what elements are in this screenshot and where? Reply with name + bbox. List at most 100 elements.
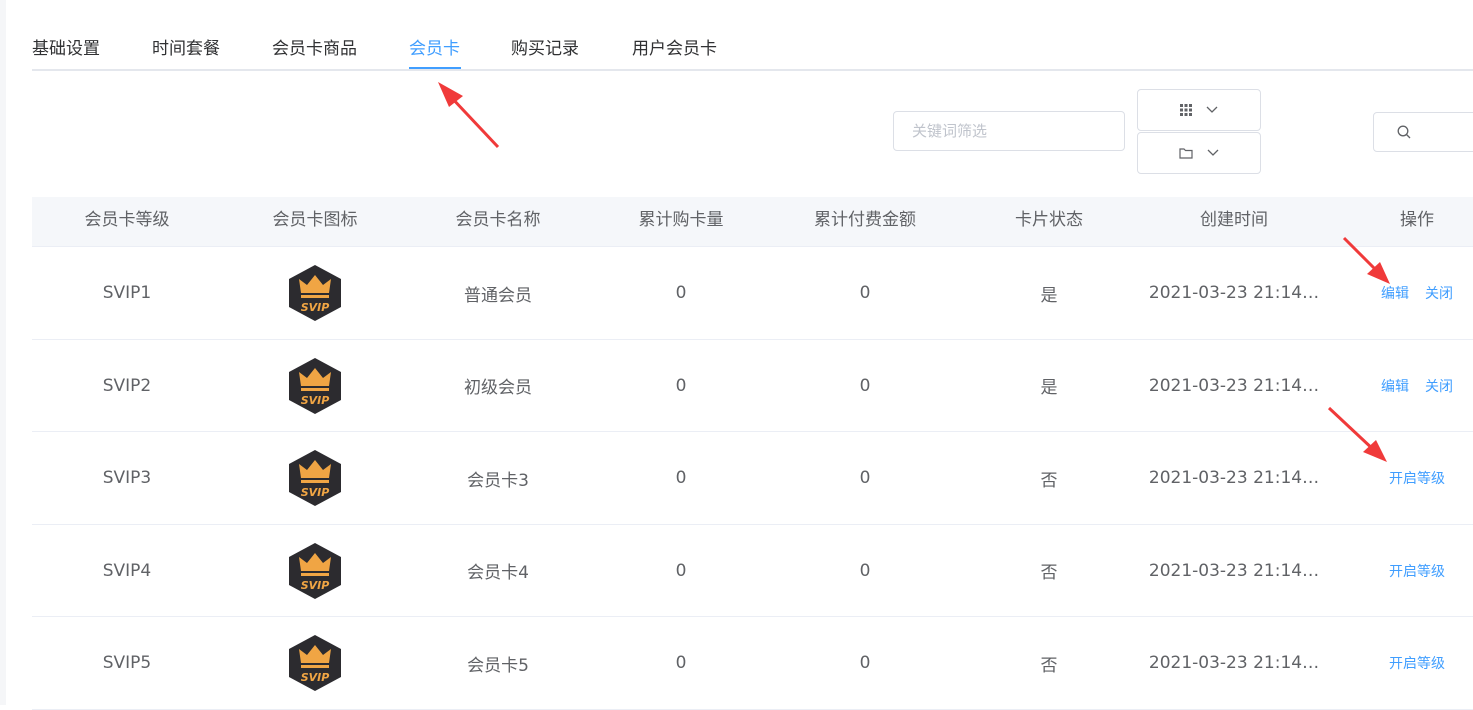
- card-name: 初级会员: [464, 378, 532, 398]
- level-text: SVIP3: [102, 468, 152, 488]
- cell-actions: 编辑 关闭: [1326, 340, 1473, 432]
- created-time: 2021-03-23 21:14…: [1148, 560, 1320, 581]
- cell-actions: 开启等级: [1326, 525, 1473, 617]
- cell-created: 2021-03-23 21:14…: [1142, 432, 1326, 524]
- cell-icon: SVIP: [222, 247, 408, 339]
- paid-amount: 0: [859, 560, 871, 581]
- close-link[interactable]: 关闭: [1425, 376, 1453, 396]
- card-status: 否: [1040, 655, 1058, 676]
- header-status: 卡片状态: [1015, 210, 1083, 230]
- tab-user-cards[interactable]: 用户会员卡: [632, 34, 717, 59]
- badge-label: SVIP: [301, 301, 330, 314]
- card-name: 会员卡3: [467, 470, 529, 491]
- created-time: 2021-03-23 21:14…: [1148, 653, 1320, 673]
- paid-amount: 0: [859, 375, 871, 396]
- tab-bar: 基础设置 时间套餐 会员卡商品 会员卡 购买记录 用户会员卡: [32, 0, 1473, 71]
- enable-level-link[interactable]: 开启等级: [1389, 468, 1445, 488]
- cell-amount: 0: [774, 247, 956, 339]
- created-time: 2021-03-23 21:14…: [1148, 375, 1320, 396]
- tab-member-cards[interactable]: 会员卡: [409, 34, 460, 59]
- purchase-count: 0: [675, 283, 687, 303]
- close-link[interactable]: 关闭: [1425, 283, 1453, 303]
- cell-icon: SVIP: [222, 432, 408, 524]
- edit-link[interactable]: 编辑: [1381, 283, 1409, 303]
- header-amount: 累计付费金额: [814, 210, 916, 230]
- export-button[interactable]: [1137, 132, 1261, 174]
- card-name: 会员卡5: [467, 655, 529, 676]
- created-time: 2021-03-23 21:14…: [1148, 468, 1320, 488]
- enable-level-link[interactable]: 开启等级: [1389, 653, 1445, 673]
- cell-icon: SVIP: [222, 340, 408, 432]
- purchase-count: 0: [675, 560, 687, 581]
- cell-icon: SVIP: [222, 525, 408, 617]
- enable-level-link[interactable]: 开启等级: [1389, 561, 1445, 581]
- cell-status: 否: [956, 525, 1142, 617]
- card-status: 是: [1040, 378, 1058, 398]
- header-actions: 操作: [1400, 210, 1434, 230]
- card-status: 否: [1040, 563, 1058, 583]
- badge-label: SVIP: [301, 486, 330, 499]
- left-edge: [0, 0, 6, 705]
- cell-amount: 0: [774, 617, 956, 709]
- svip-badge-icon: SVIP: [289, 357, 341, 414]
- cell-level: SVIP4: [32, 525, 222, 617]
- table-row: SVIP2 SVIP 初级会员 0 0 是 2021-03-23 21:14… 编辑 关闭: [32, 340, 1473, 432]
- cell-status: 是: [956, 247, 1142, 339]
- cell-amount: 0: [774, 432, 956, 524]
- active-tab-indicator: [409, 67, 461, 69]
- cell-level: SVIP2: [32, 340, 222, 432]
- tab-basic-settings[interactable]: 基础设置: [32, 34, 100, 59]
- keyword-filter-input[interactable]: [893, 111, 1125, 151]
- table-header: 会员卡等级 会员卡图标 会员卡名称 累计购卡量 累计付费金额 卡片状态 创建时间…: [32, 197, 1473, 247]
- cell-created: 2021-03-23 21:14…: [1142, 247, 1326, 339]
- column-settings-button[interactable]: [1137, 89, 1261, 131]
- cell-count: 0: [588, 617, 774, 709]
- cell-level: SVIP5: [32, 617, 222, 709]
- cell-status: 否: [956, 432, 1142, 524]
- cell-level: SVIP3: [32, 432, 222, 524]
- tab-card-products[interactable]: 会员卡商品: [272, 34, 357, 59]
- cell-created: 2021-03-23 21:14…: [1142, 340, 1326, 432]
- tab-purchase-records[interactable]: 购买记录: [511, 34, 579, 59]
- cell-icon: SVIP: [222, 617, 408, 709]
- cell-name: 会员卡4: [408, 525, 588, 617]
- cell-count: 0: [588, 247, 774, 339]
- cell-count: 0: [588, 432, 774, 524]
- edit-link[interactable]: 编辑: [1381, 376, 1409, 396]
- svip-badge-icon: SVIP: [289, 635, 341, 691]
- table-row: SVIP5 SVIP 会员卡5 0 0 否 2021-03-23 21:14… 开启等级: [32, 617, 1473, 710]
- cell-status: 是: [956, 340, 1142, 432]
- table-row: SVIP4 SVIP 会员卡4 0 0 否 2021-03-23 21:14… 开启等级: [32, 525, 1473, 617]
- tab-time-packages[interactable]: 时间套餐: [152, 34, 220, 59]
- header-name: 会员卡名称: [455, 210, 541, 230]
- badge-label: SVIP: [301, 579, 330, 592]
- grid-icon: [1180, 104, 1192, 116]
- card-name: 会员卡4: [467, 563, 529, 583]
- cell-actions: 编辑 关闭: [1326, 247, 1473, 339]
- folder-icon: [1179, 147, 1193, 159]
- cell-name: 会员卡5: [408, 617, 588, 709]
- cell-name: 普通会员: [408, 247, 588, 339]
- svip-badge-icon: SVIP: [289, 265, 341, 321]
- cell-level: SVIP1: [32, 247, 222, 339]
- header-created: 创建时间: [1200, 210, 1268, 230]
- header-count: 累计购卡量: [638, 210, 724, 230]
- cell-amount: 0: [774, 340, 956, 432]
- level-text: SVIP4: [102, 560, 152, 581]
- purchase-count: 0: [675, 653, 687, 673]
- paid-amount: 0: [859, 468, 871, 488]
- card-status: 是: [1040, 285, 1058, 306]
- search-button[interactable]: [1373, 112, 1473, 152]
- cell-created: 2021-03-23 21:14…: [1142, 525, 1326, 617]
- cell-count: 0: [588, 525, 774, 617]
- member-card-table: 会员卡等级 会员卡图标 会员卡名称 累计购卡量 累计付费金额 卡片状态 创建时间…: [32, 197, 1473, 710]
- purchase-count: 0: [675, 468, 687, 488]
- badge-label: SVIP: [301, 394, 330, 407]
- paid-amount: 0: [859, 283, 871, 303]
- chevron-down-icon: [1207, 149, 1219, 157]
- purchase-count: 0: [675, 375, 687, 396]
- cell-created: 2021-03-23 21:14…: [1142, 617, 1326, 709]
- search-icon: [1397, 125, 1411, 139]
- badge-label: SVIP: [301, 671, 330, 684]
- level-text: SVIP5: [102, 653, 152, 673]
